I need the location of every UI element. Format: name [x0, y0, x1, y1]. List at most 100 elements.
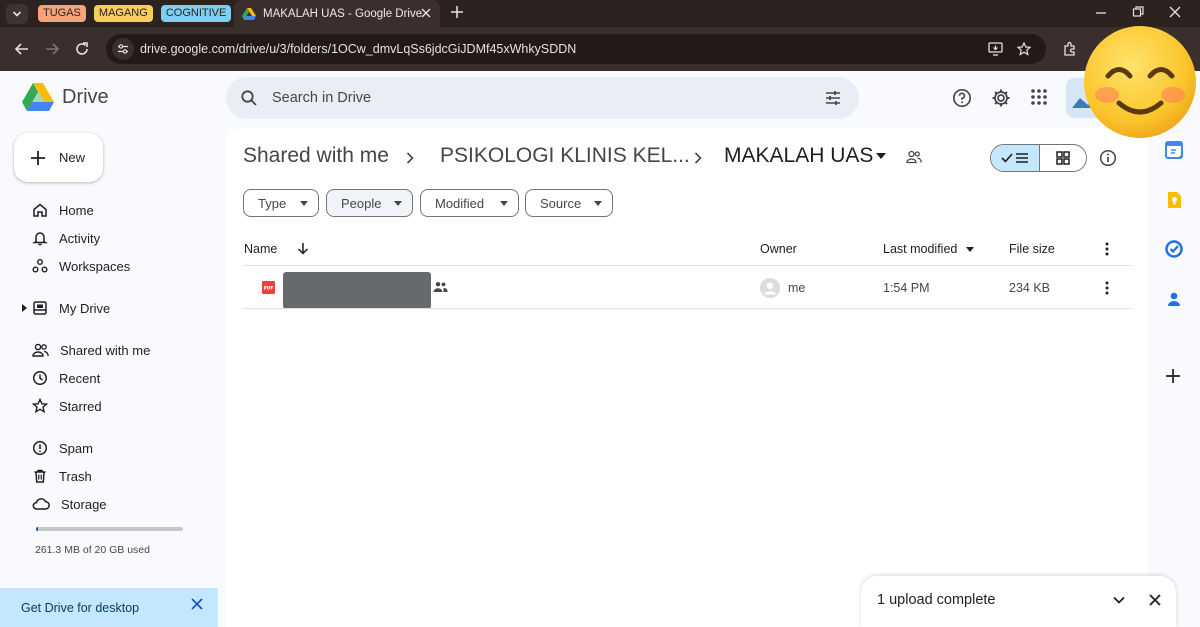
sidebar-item-label: Shared with me	[60, 342, 151, 358]
tab-group-magang[interactable]: MAGANG	[93, 5, 153, 22]
column-header-name[interactable]: Name	[244, 242, 277, 256]
tab-search-button[interactable]	[6, 3, 28, 24]
shared-folder-icon[interactable]	[906, 150, 922, 164]
caret-down-icon	[594, 201, 602, 206]
sidebar-item-workspaces[interactable]: Workspaces	[0, 252, 218, 280]
caret-down-icon	[300, 201, 308, 206]
forward-arrow-icon[interactable]	[44, 41, 60, 57]
file-size: 234 KB	[1009, 281, 1051, 295]
caret-down-icon[interactable]	[966, 247, 974, 252]
close-window-icon[interactable]	[1168, 5, 1182, 19]
grid-view-button[interactable]	[1040, 145, 1086, 171]
search-input[interactable]: Search in Drive	[272, 90, 371, 106]
close-tab-icon[interactable]	[420, 7, 432, 19]
upload-status-text: 1 upload complete	[877, 592, 996, 608]
cloud-icon	[32, 498, 50, 510]
breadcrumb-shared-with-me[interactable]: Shared with me	[243, 144, 389, 168]
search-bar[interactable]: Search in Drive	[226, 77, 859, 119]
chevron-down-icon	[12, 10, 22, 17]
redacted-file-name	[283, 272, 431, 309]
search-options-icon[interactable]	[824, 89, 842, 107]
grid-icon	[1056, 151, 1070, 165]
folder-menu-caret-icon[interactable]	[876, 153, 886, 159]
active-tab[interactable]: MAKALAH UAS - Google Drive	[234, 0, 440, 27]
upload-status-toast: 1 upload complete	[861, 576, 1176, 627]
filter-modified[interactable]: Modified	[420, 189, 519, 217]
site-settings-button[interactable]	[112, 38, 134, 60]
minimize-icon[interactable]	[1094, 5, 1108, 19]
tab-group-cognitive[interactable]: COGNITIVE	[160, 5, 232, 22]
sidebar-item-label: Workspaces	[59, 258, 131, 274]
add-addon-icon[interactable]	[1165, 368, 1181, 384]
sidebar-item-label: Starred	[59, 398, 102, 414]
chevron-right-icon	[406, 152, 414, 164]
reload-icon[interactable]	[74, 41, 90, 57]
storage-usage-text: 261.3 MB of 20 GB used	[35, 544, 150, 556]
sidebar-item-activity[interactable]: Activity	[0, 224, 218, 252]
back-arrow-icon[interactable]	[14, 41, 30, 57]
filter-type[interactable]: Type	[243, 189, 319, 217]
filter-source[interactable]: Source	[525, 189, 613, 217]
sidebar-item-label: Storage	[61, 496, 107, 512]
search-icon[interactable]	[240, 89, 258, 107]
pdf-file-icon: PDF	[262, 281, 275, 294]
breadcrumb-parent-folder[interactable]: PSIKOLOGI KLINIS KEL...	[440, 144, 690, 168]
breadcrumb-current-folder[interactable]: MAKALAH UAS	[724, 144, 873, 168]
sidebar-item-label: Recent	[59, 370, 101, 386]
shared-file-icon	[433, 282, 448, 292]
drive-logo-icon	[22, 83, 54, 111]
details-info-icon[interactable]	[1099, 149, 1117, 167]
sidebar-item-spam[interactable]: Spam	[0, 434, 218, 462]
chevron-down-icon[interactable]	[1112, 593, 1126, 607]
keep-icon[interactable]	[1165, 191, 1183, 209]
apps-grid-icon[interactable]	[1030, 88, 1048, 106]
clock-icon	[32, 370, 48, 386]
browser-toolbar: drive.google.com/drive/u/3/folders/1OCw_…	[0, 27, 1200, 71]
filter-people[interactable]: People	[326, 189, 413, 217]
url-text: drive.google.com/drive/u/3/folders/1OCw_…	[140, 42, 577, 56]
column-header-owner[interactable]: Owner	[760, 242, 797, 256]
browser-tab-strip: TUGAS MAGANG COGNITIVE	[0, 0, 1200, 27]
table-row-divider	[243, 308, 1131, 309]
filter-label: People	[341, 195, 382, 211]
new-button[interactable]: New	[14, 133, 103, 182]
tasks-icon[interactable]	[1165, 240, 1183, 258]
help-icon[interactable]	[952, 88, 972, 108]
smiling-face-emoji-icon	[1084, 26, 1196, 138]
sidebar-item-my-drive[interactable]: My Drive	[0, 294, 218, 322]
close-icon[interactable]	[190, 597, 204, 611]
sidebar-item-label: My Drive	[59, 300, 111, 316]
expand-arrow-icon[interactable]	[22, 304, 27, 312]
storage-bar-fill	[36, 527, 38, 531]
column-header-last-modified[interactable]: Last modified	[883, 242, 957, 256]
sidebar-item-starred[interactable]: Starred	[0, 392, 218, 420]
bookmark-star-icon[interactable]	[1017, 42, 1031, 56]
pdf-badge-text: PDF	[264, 286, 274, 292]
address-bar[interactable]: drive.google.com/drive/u/3/folders/1OCw_…	[106, 34, 1046, 64]
column-header-file-size[interactable]: File size	[1009, 242, 1055, 256]
my-drive-icon	[33, 301, 47, 315]
close-icon[interactable]	[1148, 593, 1162, 607]
restore-icon[interactable]	[1131, 5, 1145, 19]
sidebar-item-recent[interactable]: Recent	[0, 364, 218, 392]
get-drive-desktop-banner[interactable]: Get Drive for desktop	[0, 588, 218, 627]
caret-down-icon	[500, 201, 508, 206]
more-vert-icon[interactable]	[1105, 242, 1109, 256]
sidebar-item-home[interactable]: Home	[0, 196, 218, 224]
owner-avatar-icon	[760, 278, 780, 298]
tab-group-tugas[interactable]: TUGAS	[38, 5, 86, 22]
list-view-button[interactable]	[991, 145, 1040, 171]
new-tab-icon[interactable]	[450, 5, 464, 19]
more-vert-icon[interactable]	[1105, 281, 1109, 295]
sort-arrow-down-icon[interactable]	[297, 242, 309, 255]
sidebar-item-label: Spam	[59, 440, 93, 456]
sidebar-item-trash[interactable]: Trash	[0, 462, 218, 490]
sidebar-item-storage[interactable]: Storage	[0, 490, 218, 518]
calendar-icon[interactable]	[1165, 141, 1183, 159]
contacts-icon[interactable]	[1165, 290, 1183, 308]
install-app-icon[interactable]	[988, 42, 1003, 56]
sidebar-item-shared-with-me[interactable]: Shared with me	[0, 336, 218, 364]
extensions-icon[interactable]	[1062, 41, 1078, 57]
drive-logo[interactable]: Drive	[22, 83, 109, 111]
settings-gear-icon[interactable]	[991, 88, 1011, 108]
